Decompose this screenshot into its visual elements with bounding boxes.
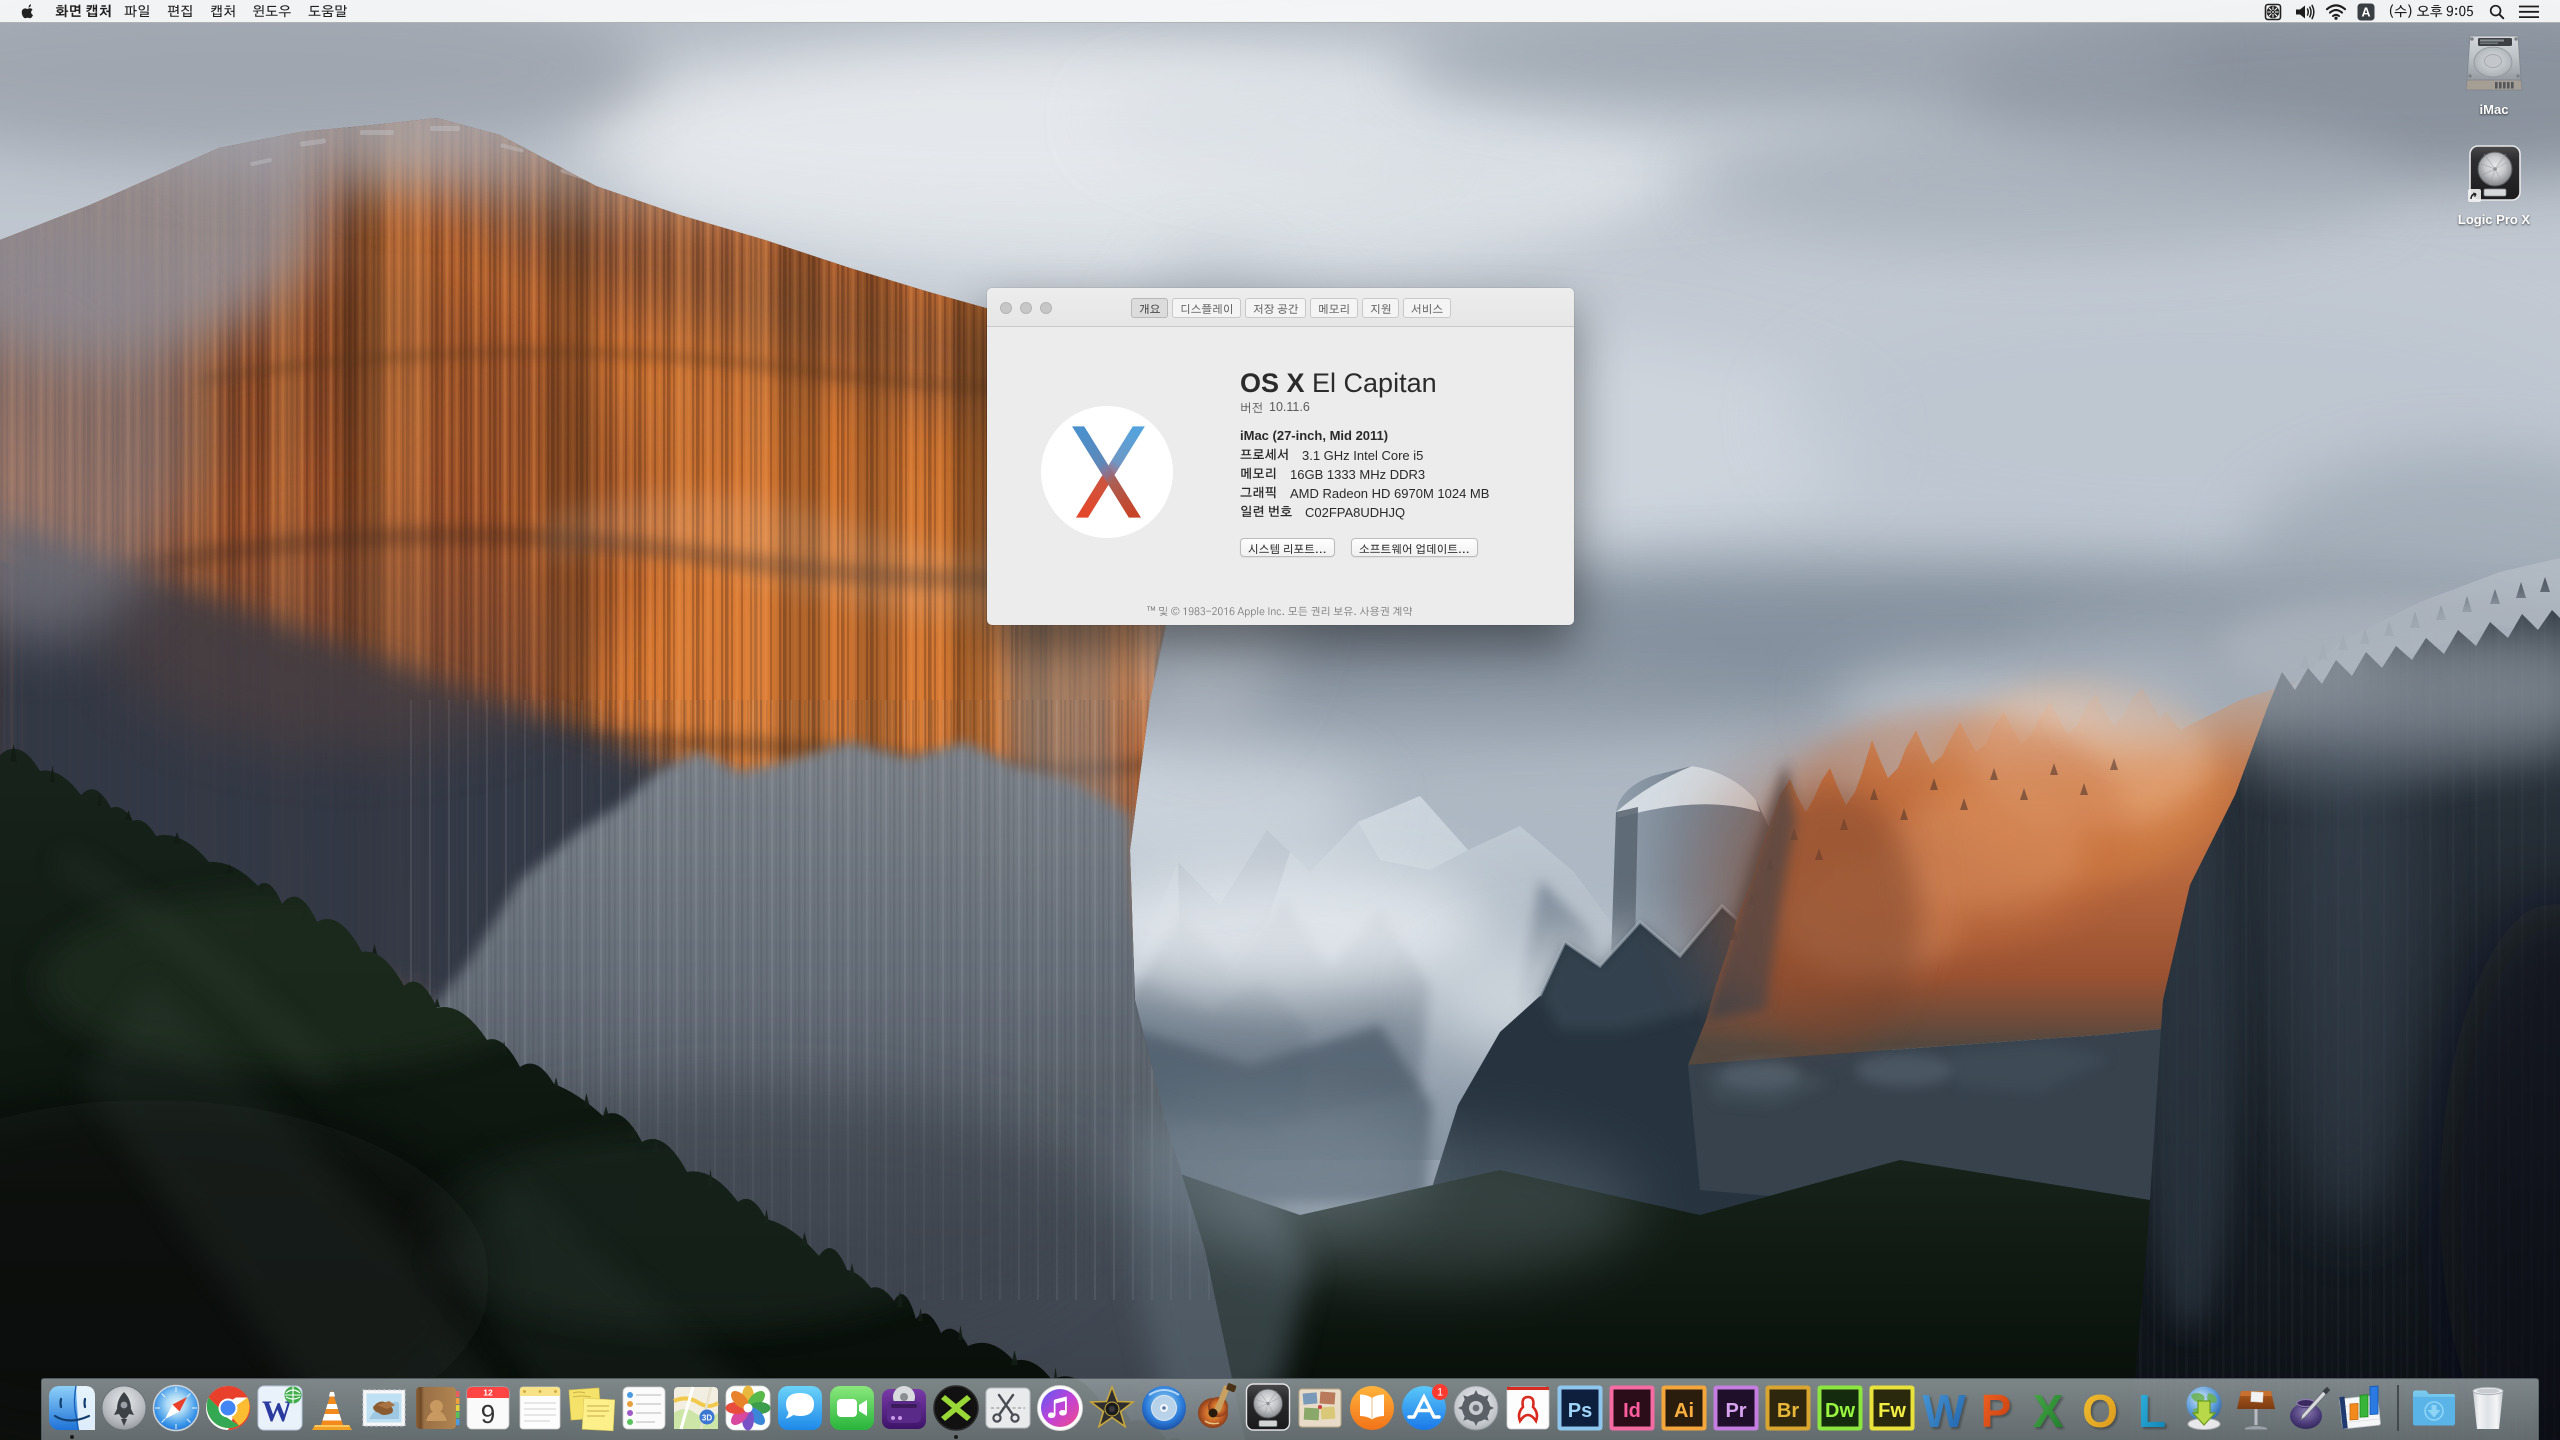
svg-text:9: 9: [481, 1399, 495, 1429]
svg-text:L: L: [2138, 1385, 2166, 1433]
svg-text:Ai: Ai: [1674, 1400, 1694, 1422]
svg-text:W: W: [1922, 1385, 1966, 1433]
svg-text:O: O: [2082, 1385, 2118, 1433]
svg-text:X: X: [2033, 1385, 2064, 1433]
svg-text:Fw: Fw: [1878, 1400, 1906, 1422]
svg-text:3D: 3D: [702, 1414, 712, 1423]
svg-text:P: P: [1981, 1385, 2012, 1433]
svg-text:Ps: Ps: [1568, 1400, 1592, 1422]
svg-text:12: 12: [483, 1388, 493, 1398]
svg-text:Id: Id: [1623, 1400, 1641, 1422]
svg-text:1: 1: [1437, 1387, 1443, 1399]
svg-text:Dw: Dw: [1825, 1400, 1855, 1422]
svg-text:Br: Br: [1777, 1400, 1799, 1422]
svg-text:Pr: Pr: [1725, 1400, 1746, 1422]
svg-text:A: A: [2361, 5, 2370, 19]
